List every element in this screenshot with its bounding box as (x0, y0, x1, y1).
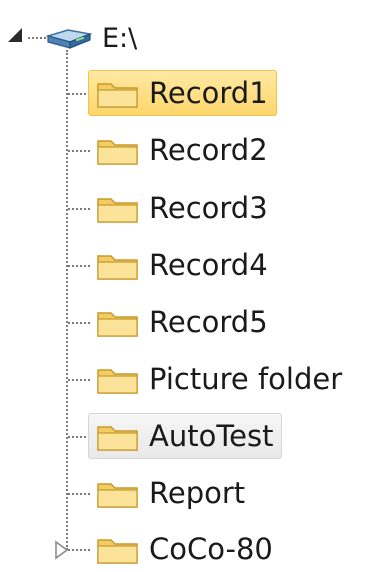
folder-icon (97, 83, 138, 108)
tree-item-report[interactable]: Report (88, 470, 254, 516)
tree-connector (68, 549, 90, 551)
tree-connector (68, 379, 90, 381)
tree-connector-vertical (66, 50, 68, 550)
folder-icon (97, 369, 138, 394)
tree-item-label: Record2 (149, 132, 268, 167)
folder-icon (97, 255, 138, 280)
tree-item-autotest[interactable]: AutoTest (88, 413, 283, 459)
tree-connector (68, 265, 90, 267)
tree-item-coco-80[interactable]: CoCo-80 (88, 526, 282, 572)
folder-tree: E:\ Record1 Record2 Record3 Record4 Reco… (0, 0, 372, 565)
tree-connector (68, 93, 90, 95)
tree-item-label: CoCo-80 (149, 531, 273, 566)
tree-item-record1[interactable]: Record1 (88, 70, 277, 116)
tree-connector (68, 208, 90, 210)
tree-connector (68, 436, 90, 438)
tree-item-label: AutoTest (149, 418, 274, 453)
folder-icon (97, 483, 138, 508)
tree-item-picture-folder[interactable]: Picture folder (88, 356, 351, 402)
tree-root-drive[interactable]: E:\ (46, 18, 137, 58)
folder-icon (97, 426, 138, 451)
folder-icon (97, 198, 138, 223)
tree-item-record3[interactable]: Record3 (88, 185, 277, 231)
tree-item-label: Report (149, 475, 246, 510)
expand-arrow-icon[interactable] (52, 540, 70, 560)
tree-connector (68, 322, 90, 324)
folder-icon (97, 140, 138, 165)
tree-item-label: Record5 (149, 304, 268, 339)
tree-connector (68, 150, 90, 152)
tree-item-record2[interactable]: Record2 (88, 127, 277, 173)
tree-root-label: E:\ (102, 22, 138, 54)
root-connector (28, 37, 46, 39)
tree-item-label: Record4 (149, 247, 268, 282)
tree-item-record5[interactable]: Record5 (88, 299, 277, 345)
root-expand-icon[interactable] (4, 24, 26, 46)
drive-icon (46, 29, 92, 49)
folder-icon (97, 312, 138, 337)
tree-item-label: Record1 (149, 75, 268, 110)
folder-icon (97, 539, 138, 564)
tree-connector (68, 493, 90, 495)
tree-item-label: Record3 (149, 190, 268, 225)
tree-item-record4[interactable]: Record4 (88, 242, 277, 288)
tree-item-label: Picture folder (149, 361, 343, 396)
